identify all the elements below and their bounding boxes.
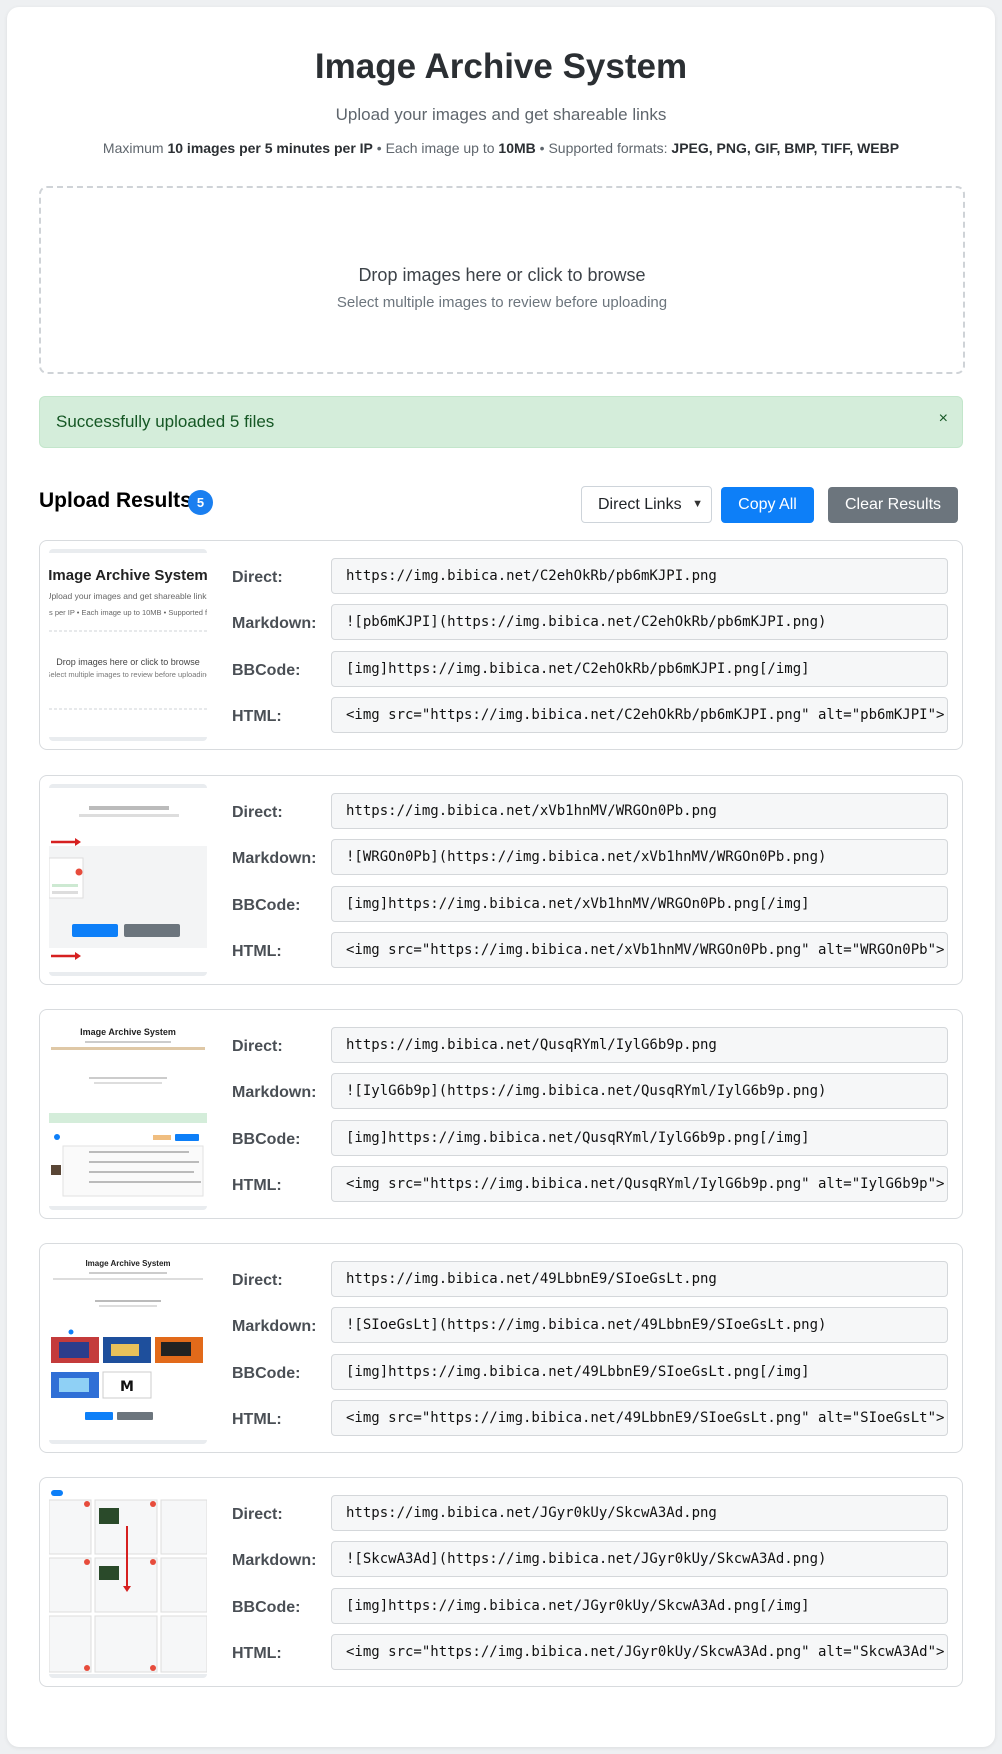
dropzone-subtext: Select multiple images to review before … xyxy=(336,294,668,311)
markdown-field[interactable]: ![pb6mKJPI](https://img.bibica.net/C2ehO… xyxy=(331,604,948,640)
direct-label: Direct: xyxy=(232,804,283,821)
bbcode-label: BBCode: xyxy=(232,1365,301,1382)
main-card: Image Archive System Upload your images … xyxy=(7,7,995,1747)
copy-all-button[interactable]: Copy All xyxy=(721,487,814,523)
direct-label: Direct: xyxy=(232,1272,283,1289)
result-item: Image Archive System Upload your images … xyxy=(39,540,963,750)
thumb-title: Image Archive System xyxy=(85,1259,170,1268)
bbcode-field[interactable]: [img]https://img.bibica.net/QusqRYml/Iyl… xyxy=(331,1120,948,1156)
thumbnail-graphic xyxy=(49,1486,207,1678)
bbcode-field[interactable]: [img]https://img.bibica.net/49LbbnE9/SIo… xyxy=(331,1354,948,1390)
html-field[interactable]: <img src="https://img.bibica.net/JGyr0kU… xyxy=(331,1634,948,1670)
thumb-subtitle: Upload your images and get shareable lin… xyxy=(49,591,207,601)
limits-text-1: Maximum xyxy=(102,140,168,156)
thumbnail-image[interactable]: Image Archive System Upload your images … xyxy=(49,549,207,741)
success-alert: Successfully uploaded 5 files × xyxy=(39,396,963,448)
upload-dropzone[interactable]: Drop images here or click to browse Sele… xyxy=(39,186,965,374)
direct-label: Direct: xyxy=(232,569,283,586)
markdown-field[interactable]: ![SIoeGsLt](https://img.bibica.net/49Lbb… xyxy=(331,1307,948,1343)
result-item: Image Archive System M Direct: https://i… xyxy=(39,1243,963,1453)
thumb-limits: s per IP • Each image up to 10MB • Suppo… xyxy=(49,608,207,617)
markdown-label: Markdown: xyxy=(232,1552,317,1569)
limits-size: 10MB xyxy=(498,140,536,156)
direct-link-field[interactable]: https://img.bibica.net/C2ehOkRb/pb6mKJPI… xyxy=(331,558,948,594)
thumb-drop-text: Drop images here or click to browse xyxy=(56,657,200,667)
limits-formats: JPEG, PNG, GIF, BMP, TIFF, WEBP xyxy=(671,140,900,156)
thumb-title: Image Archive System xyxy=(80,1027,176,1037)
direct-label: Direct: xyxy=(232,1038,283,1055)
bbcode-label: BBCode: xyxy=(232,662,301,679)
page-title: Image Archive System xyxy=(314,47,688,86)
markdown-label: Markdown: xyxy=(232,615,317,632)
bbcode-label: BBCode: xyxy=(232,897,301,914)
markdown-field[interactable]: ![IylG6b9p](https://img.bibica.net/QusqR… xyxy=(331,1073,948,1109)
thumb-title: Image Archive System xyxy=(49,567,207,584)
html-field[interactable]: <img src="https://img.bibica.net/C2ehOkR… xyxy=(331,697,948,733)
limits-text-2: • Each image up to xyxy=(372,140,499,156)
result-item: Image Archive System Direct: https://img… xyxy=(39,1009,963,1219)
results-count-badge: 5 xyxy=(188,490,213,515)
alert-message: Successfully uploaded 5 files xyxy=(56,412,275,431)
limits-text-3: • Supported formats: xyxy=(535,140,672,156)
bbcode-field[interactable]: [img]https://img.bibica.net/xVb1hnMV/WRG… xyxy=(331,886,948,922)
html-label: HTML: xyxy=(232,708,282,725)
result-item: Direct: https://img.bibica.net/JGyr0kUy/… xyxy=(39,1477,963,1687)
bbcode-label: BBCode: xyxy=(232,1131,301,1148)
clear-results-button[interactable]: Clear Results xyxy=(828,487,958,523)
html-label: HTML: xyxy=(232,1645,282,1662)
markdown-label: Markdown: xyxy=(232,1084,317,1101)
results-title: Upload Results xyxy=(39,489,192,512)
thumb-drop-subtext: Select multiple images to review before … xyxy=(49,670,207,679)
direct-link-field[interactable]: https://img.bibica.net/49LbbnE9/SIoeGsLt… xyxy=(331,1261,948,1297)
markdown-label: Markdown: xyxy=(232,850,317,867)
markdown-field[interactable]: ![SkcwA3Ad](https://img.bibica.net/JGyr0… xyxy=(331,1541,948,1577)
html-field[interactable]: <img src="https://img.bibica.net/49LbbnE… xyxy=(331,1400,948,1436)
direct-link-field[interactable]: https://img.bibica.net/QusqRYml/IylG6b9p… xyxy=(331,1027,948,1063)
thumbnail-graphic xyxy=(49,784,207,976)
thumbnail-graphic: Image Archive System Upload your images … xyxy=(49,549,207,741)
html-label: HTML: xyxy=(232,943,282,960)
direct-link-field[interactable]: https://img.bibica.net/JGyr0kUy/SkcwA3Ad… xyxy=(331,1495,948,1531)
result-item: Direct: https://img.bibica.net/xVb1hnMV/… xyxy=(39,775,963,985)
format-selected-value: Direct Links xyxy=(598,496,682,513)
html-field[interactable]: <img src="https://img.bibica.net/xVb1hnM… xyxy=(331,932,948,968)
bbcode-field[interactable]: [img]https://img.bibica.net/JGyr0kUy/Skc… xyxy=(331,1588,948,1624)
thumb-logo-glyph: M xyxy=(120,1379,134,1395)
bbcode-field[interactable]: [img]https://img.bibica.net/C2ehOkRb/pb6… xyxy=(331,651,948,687)
bbcode-label: BBCode: xyxy=(232,1599,301,1616)
thumbnail-graphic: Image Archive System M xyxy=(49,1252,207,1444)
html-label: HTML: xyxy=(232,1177,282,1194)
html-field[interactable]: <img src="https://img.bibica.net/QusqRYm… xyxy=(331,1166,948,1202)
limits-rate: 10 images per 5 minutes per IP xyxy=(167,140,373,156)
thumbnail-image[interactable]: Image Archive System M xyxy=(49,1252,207,1444)
close-icon[interactable]: × xyxy=(939,410,948,428)
thumbnail-image[interactable] xyxy=(49,784,207,976)
direct-label: Direct: xyxy=(232,1506,283,1523)
thumbnail-graphic: Image Archive System xyxy=(49,1018,207,1210)
markdown-label: Markdown: xyxy=(232,1318,317,1335)
markdown-field[interactable]: ![WRGOn0Pb](https://img.bibica.net/xVb1h… xyxy=(331,839,948,875)
chevron-down-icon: ▼ xyxy=(692,498,703,510)
html-label: HTML: xyxy=(232,1411,282,1428)
thumbnail-image[interactable] xyxy=(49,1486,207,1678)
page-subtitle: Upload your images and get shareable lin… xyxy=(335,105,667,124)
upload-limits: Maximum 10 images per 5 minutes per IP •… xyxy=(7,140,995,156)
direct-link-field[interactable]: https://img.bibica.net/xVb1hnMV/WRGOn0Pb… xyxy=(331,793,948,829)
link-format-select[interactable]: Direct Links ▼ xyxy=(581,486,712,523)
thumbnail-image[interactable]: Image Archive System xyxy=(49,1018,207,1210)
dropzone-text: Drop images here or click to browse xyxy=(358,265,646,285)
